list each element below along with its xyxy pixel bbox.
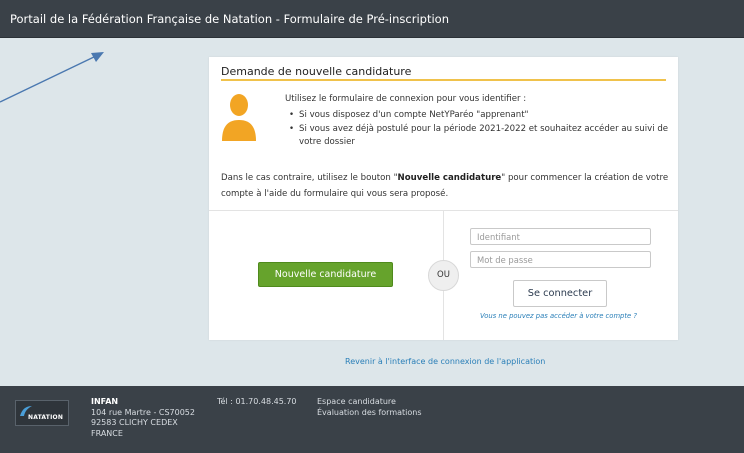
address-line: 92583 CLICHY CEDEX (91, 418, 178, 427)
intro-text: Utilisez le formulaire de connexion pour… (285, 94, 527, 104)
password-field[interactable] (470, 251, 651, 268)
arrow-icon (0, 52, 104, 103)
natation-logo: NATATION (15, 400, 69, 426)
title-underline (221, 79, 666, 81)
footer-links: Espace candidature Évaluation des format… (317, 397, 422, 418)
list-item: Si vous disposez d'un compte NetYParéo "… (289, 109, 669, 123)
user-silhouette-icon (222, 94, 256, 141)
new-application-button[interactable]: Nouvelle candidature (258, 262, 393, 287)
forgot-account-link[interactable]: Vous ne pouvez pas accéder à votre compt… (480, 312, 637, 320)
application-card: Demande de nouvelle candidature Utilisez… (209, 57, 678, 340)
footer: NATATION INFAN 104 rue Martre - CS70052 … (0, 386, 744, 453)
footer-address: INFAN 104 rue Martre - CS70052 92583 CLI… (91, 397, 195, 439)
card-title: Demande de nouvelle candidature (221, 65, 412, 78)
list-item: Si vous avez déjà postulé pour la périod… (289, 123, 669, 137)
note-emphasis: Nouvelle candidature (397, 173, 502, 183)
address-line: 104 rue Martre - CS70052 (91, 407, 195, 417)
or-separator: OU (428, 260, 459, 291)
org-name: INFAN (91, 397, 119, 406)
list-item-continuation: votre dossier (299, 137, 355, 148)
login-button[interactable]: Se connecter (513, 280, 607, 307)
instructions-list: Si vous disposez d'un compte NetYParéo "… (289, 109, 669, 150)
username-field[interactable] (470, 228, 651, 245)
back-to-login-link[interactable]: Revenir à l'interface de connexion de l'… (345, 357, 545, 366)
top-bar: Portail de la Fédération Française de Na… (0, 0, 744, 38)
footer-link-evaluation[interactable]: Évaluation des formations (317, 408, 422, 419)
alternative-instructions: Dans le cas contraire, utilisez le bouto… (221, 170, 669, 202)
note-text: Dans le cas contraire, utilisez le bouto… (221, 173, 398, 183)
page-title: Portail de la Fédération Française de Na… (10, 12, 449, 26)
footer-phone: Tél : 01.70.48.45.70 (217, 397, 297, 406)
logo-text: NATATION (28, 414, 64, 421)
footer-link-candidature[interactable]: Espace candidature (317, 397, 422, 408)
address-line: FRANCE (91, 428, 123, 438)
